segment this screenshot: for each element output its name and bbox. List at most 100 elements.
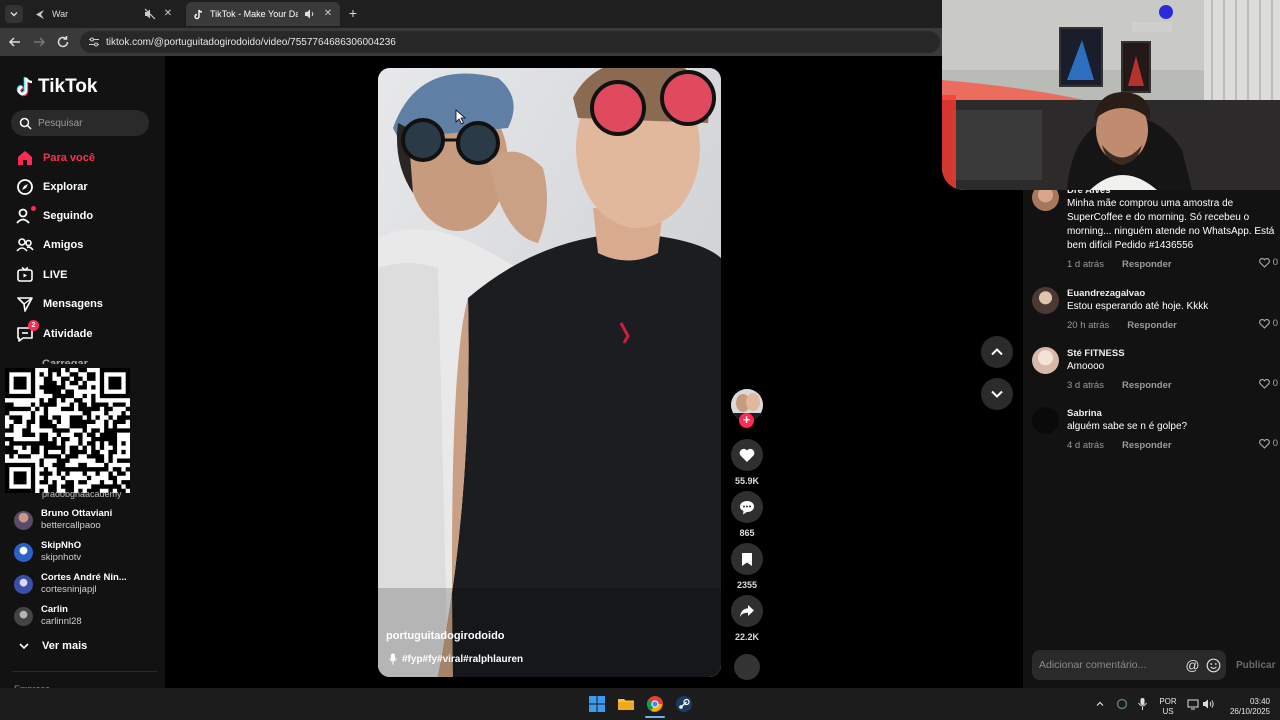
like-action[interactable]: 55.9K xyxy=(731,439,763,486)
share-action[interactable]: 22.2K xyxy=(731,595,763,642)
commenter-avatar[interactable] xyxy=(1032,347,1059,374)
live-icon xyxy=(17,266,33,282)
heart-outline-icon xyxy=(1258,438,1270,449)
nav-para-voce[interactable]: Para você xyxy=(16,147,95,169)
video-player[interactable] xyxy=(378,68,721,677)
heart-outline-icon xyxy=(1258,318,1270,329)
search-box[interactable] xyxy=(11,110,149,136)
muted-speaker-icon[interactable] xyxy=(144,8,156,20)
input-language[interactable]: POR US xyxy=(1156,697,1180,717)
microphone-icon[interactable] xyxy=(1137,697,1148,711)
nav-amigos[interactable]: Amigos xyxy=(16,234,83,256)
comment-action[interactable]: 865 xyxy=(731,491,763,538)
hashtags[interactable]: #fyp#fy#viral#ralphlauren xyxy=(402,654,523,665)
tab-tiktok[interactable]: TikTok - Make Your Day ✕ xyxy=(186,2,340,26)
commenter-avatar[interactable] xyxy=(1032,407,1059,434)
nav-label: Atividade xyxy=(43,328,93,340)
tab-title: War xyxy=(52,9,69,19)
home-icon xyxy=(18,151,32,165)
comment-like-button[interactable]: 0 xyxy=(1258,257,1278,268)
windows-taskbar xyxy=(0,688,1280,720)
chevron-down-icon xyxy=(19,643,29,650)
nav-label: Amigos xyxy=(43,239,84,251)
following-account[interactable]: Carlin carlinnl28 xyxy=(14,602,82,630)
previous-video-button[interactable] xyxy=(981,336,1013,368)
nav-mensagens[interactable]: Mensagens xyxy=(16,293,103,315)
comment-like-button[interactable]: 0 xyxy=(1258,438,1278,449)
compass-icon xyxy=(17,179,33,195)
show-hidden-icons-icon[interactable] xyxy=(1095,699,1105,709)
close-tab-icon[interactable]: ✕ xyxy=(162,8,174,20)
following-account[interactable]: Cortes André Nin... cortesninjapjl xyxy=(14,570,127,598)
follow-button[interactable]: + xyxy=(739,413,754,428)
reply-button[interactable]: Responder xyxy=(1122,440,1172,451)
reload-icon[interactable] xyxy=(55,34,71,50)
save-action[interactable]: 2355 xyxy=(731,543,763,590)
comment-like-count: 0 xyxy=(1272,318,1278,329)
avatar xyxy=(14,606,33,626)
clock-time: 03:40 xyxy=(1249,697,1270,706)
close-tab-icon[interactable]: ✕ xyxy=(322,8,334,20)
search-input[interactable] xyxy=(38,117,138,129)
speaker-icon[interactable] xyxy=(304,8,316,20)
tiktok-favicon-icon xyxy=(192,8,204,20)
site-settings-icon[interactable] xyxy=(88,36,100,48)
url-field[interactable]: tiktok.com/@portuguitadogirodoido/video/… xyxy=(80,31,940,53)
bookmark-icon xyxy=(742,552,752,566)
comment-text: Minha mãe comprou uma amostra de SuperCo… xyxy=(1067,198,1275,251)
comment-count: 865 xyxy=(739,528,755,538)
video-author-username[interactable]: portuguitadogirodoido xyxy=(386,630,505,642)
account-name: Carlin xyxy=(41,604,68,615)
clock-date: 26/10/2025 xyxy=(1229,707,1270,716)
nav-explorar[interactable]: Explorar xyxy=(16,176,88,198)
nav-atividade[interactable]: 2 Atividade xyxy=(16,320,93,345)
reply-button[interactable]: Responder xyxy=(1127,320,1177,331)
following-icon xyxy=(16,206,36,225)
network-icon[interactable] xyxy=(1187,698,1199,710)
emoji-icon[interactable] xyxy=(1206,658,1221,673)
tab-war[interactable]: War ✕ xyxy=(28,2,180,26)
volume-icon[interactable] xyxy=(1202,698,1215,710)
chrome-icon[interactable] xyxy=(646,695,664,713)
sidebar-divider xyxy=(12,671,157,672)
commenter-name[interactable]: Sabrina xyxy=(1067,407,1277,420)
comment-item: Sabrina alguém sabe se n é golpe? 4 d at… xyxy=(1032,407,1278,451)
friends-icon xyxy=(16,238,34,252)
activity-badge: 2 xyxy=(28,320,39,331)
file-explorer-icon[interactable] xyxy=(617,695,635,713)
new-tab-button[interactable]: + xyxy=(346,6,360,20)
tiktok-logo[interactable]: TikTok xyxy=(16,76,97,98)
steam-icon[interactable] xyxy=(675,695,693,713)
comment-input[interactable] xyxy=(1039,659,1179,671)
share-count: 22.2K xyxy=(734,632,760,642)
add-comment-box[interactable]: @ xyxy=(1032,650,1226,680)
nav-cut-off-item[interactable]: Carregar xyxy=(42,358,88,364)
comment-like-button[interactable]: 0 xyxy=(1258,318,1278,329)
commenter-name[interactable]: Sté FITNESS xyxy=(1067,347,1277,360)
nav-seguindo[interactable]: Seguindo xyxy=(16,205,93,227)
system-clock[interactable]: 03:40 26/10/2025 xyxy=(1226,697,1270,717)
sound-icon xyxy=(389,653,397,665)
music-disc[interactable] xyxy=(734,654,760,680)
commenter-avatar[interactable] xyxy=(1032,287,1059,314)
nav-label: Seguindo xyxy=(43,210,94,222)
commenter-name[interactable]: Euandrezagalvao xyxy=(1067,287,1277,300)
see-more-button[interactable]: Ver mais xyxy=(18,640,87,652)
forward-arrow-icon[interactable] xyxy=(31,34,47,50)
reply-button[interactable]: Responder xyxy=(1122,380,1172,391)
comment-like-button[interactable]: 0 xyxy=(1258,378,1278,389)
nav-live[interactable]: LIVE xyxy=(16,264,67,286)
next-video-button[interactable] xyxy=(981,378,1013,410)
windows-start-icon[interactable] xyxy=(588,695,606,713)
following-account[interactable]: SkipNhO skipnhotv xyxy=(14,538,81,566)
mention-icon[interactable]: @ xyxy=(1185,657,1200,673)
heart-icon xyxy=(739,448,755,462)
following-account-cut-off[interactable]: pradobgnaacademy xyxy=(42,492,122,499)
publish-button[interactable]: Publicar xyxy=(1236,660,1275,671)
avatar xyxy=(14,510,33,530)
back-arrow-icon[interactable] xyxy=(7,34,23,50)
tab-search-button[interactable] xyxy=(5,5,23,23)
tray-app-icon[interactable] xyxy=(1116,698,1128,710)
following-account[interactable]: Bruno Ottaviani bettercallpaoo xyxy=(14,506,112,534)
reply-button[interactable]: Responder xyxy=(1122,259,1172,270)
